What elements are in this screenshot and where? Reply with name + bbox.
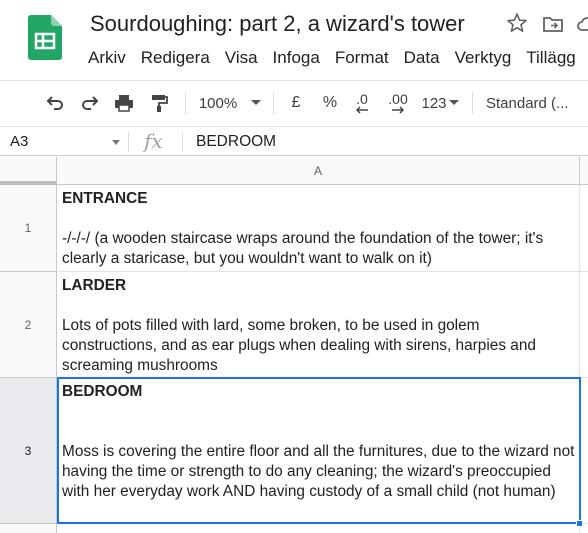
select-all-corner[interactable] [0, 157, 57, 185]
column-header-a[interactable]: A [57, 157, 580, 185]
spreadsheet-grid: A 1 ENTRANCE -/-/-/ (a wooden staircase … [0, 157, 588, 533]
chevron-down-icon [448, 100, 459, 105]
menu-arkiv[interactable]: Arkiv [88, 47, 126, 69]
cell-b1[interactable] [580, 185, 588, 272]
print-icon[interactable] [111, 90, 137, 116]
chevron-down-icon[interactable] [112, 140, 120, 145]
toolbar: 100% £ % .0 .00 123 Standard (... [0, 80, 588, 124]
title-bar: Sourdoughing: part 2, a wizard's tower A… [0, 0, 588, 78]
column-header-b[interactable] [580, 157, 588, 185]
menu-visa[interactable]: Visa [225, 47, 258, 69]
row-header-1[interactable]: 1 [0, 185, 57, 272]
star-icon[interactable] [505, 11, 529, 35]
paint-format-icon[interactable] [146, 90, 172, 116]
menu-verktyg[interactable]: Verktyg [455, 47, 512, 69]
cell-a1[interactable]: ENTRANCE -/-/-/ (a wooden staircase wrap… [58, 185, 580, 272]
arrow-left-icon [355, 106, 368, 114]
cell-a3[interactable]: BEDROOM Moss is covering the entire floo… [58, 378, 580, 524]
toolbar-separator [185, 92, 186, 114]
menu-bar: Arkiv Redigera Visa Infoga Format Data V… [88, 47, 588, 69]
menu-format[interactable]: Format [335, 47, 389, 69]
cloud-status-icon[interactable] [576, 12, 588, 36]
move-to-folder-icon[interactable] [541, 12, 565, 36]
toolbar-separator [273, 92, 274, 114]
increase-decimals-button[interactable]: .00 [384, 90, 412, 116]
zoom-select[interactable]: 100% [196, 90, 240, 116]
cell-body: -/-/-/ (a wooden staircase wraps around … [62, 230, 544, 267]
menu-data[interactable]: Data [404, 47, 440, 69]
cell-title: BEDROOM [62, 383, 143, 400]
formula-input[interactable]: BEDROOM [196, 133, 276, 151]
toolbar-separator [472, 92, 473, 114]
menu-tillagg[interactable]: Tillägg [526, 47, 575, 69]
formula-bar: A3 fx BEDROOM [0, 126, 588, 156]
arrow-right-icon [392, 106, 405, 114]
decrease-decimals-button[interactable]: .0 [351, 90, 373, 116]
name-box[interactable]: A3 [10, 133, 28, 150]
redo-icon[interactable] [77, 90, 103, 116]
row-header-2[interactable]: 2 [0, 272, 57, 378]
document-title[interactable]: Sourdoughing: part 2, a wizard's tower [90, 11, 465, 37]
formula-separator [182, 132, 183, 152]
cell-a2[interactable]: LARDER Lots of pots filled with lard, so… [58, 272, 580, 378]
row-header-4[interactable] [0, 524, 57, 533]
formula-separator [128, 132, 129, 152]
menu-infoga[interactable]: Infoga [273, 47, 320, 69]
more-formats-select[interactable]: 123 [419, 90, 461, 116]
fx-icon: fx [144, 129, 163, 153]
undo-icon[interactable] [42, 90, 68, 116]
menu-redigera[interactable]: Redigera [141, 47, 210, 69]
cell-body: Moss is covering the entire floor and al… [62, 443, 575, 500]
cell-body: Lots of pots filled with lard, some brok… [62, 317, 536, 374]
cell-a4[interactable] [58, 524, 580, 533]
chevron-down-icon[interactable] [248, 90, 264, 116]
fill-handle[interactable] [576, 520, 583, 527]
sheets-logo-icon[interactable] [28, 15, 62, 60]
cell-b2[interactable] [580, 272, 588, 378]
row-header-3[interactable]: 3 [0, 378, 57, 524]
zoom-value: 100% [198, 94, 238, 112]
cell-title: LARDER [62, 277, 127, 294]
font-family-select[interactable]: Standard (... [486, 90, 588, 116]
currency-format-button[interactable]: £ [285, 90, 307, 116]
percent-format-button[interactable]: % [319, 90, 341, 116]
cell-title: ENTRANCE [62, 190, 148, 207]
cell-b3[interactable] [580, 378, 588, 524]
